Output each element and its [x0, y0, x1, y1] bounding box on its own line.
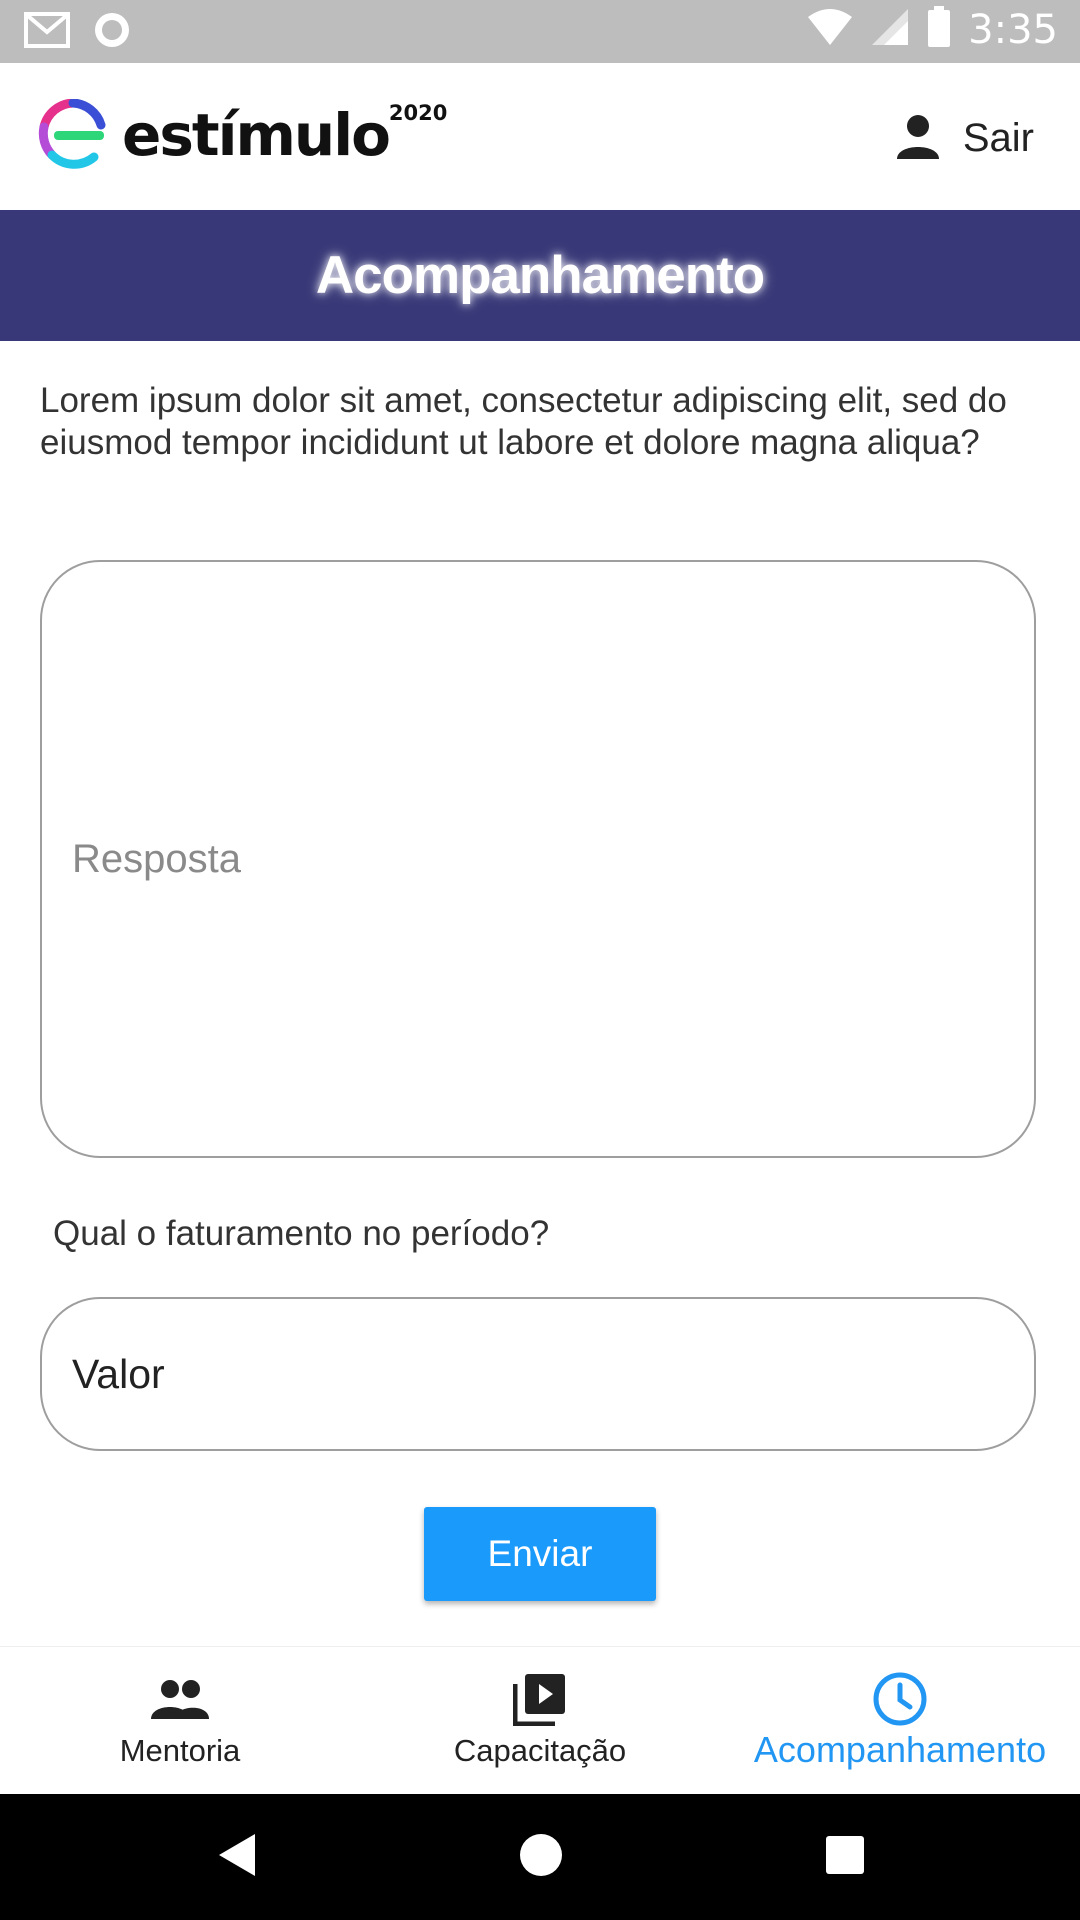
revenue-question-label: Qual o faturamento no período? [53, 1214, 550, 1253]
gmail-icon [24, 10, 70, 55]
app-logo: estímulo 2020 [38, 98, 448, 174]
video-library-icon [513, 1671, 567, 1727]
page-header: Acompanhamento [0, 210, 1080, 341]
page-title: Acompanhamento [315, 246, 765, 305]
value-input[interactable]: Valor [40, 1297, 1036, 1451]
people-icon [149, 1671, 211, 1727]
status-time: 3:35 [968, 6, 1058, 53]
nav-label-mentoria: Mentoria [119, 1733, 241, 1768]
circle-notification-icon [92, 10, 132, 55]
wifi-icon [806, 7, 854, 52]
nav-item-mentoria[interactable]: Mentoria [0, 1647, 360, 1795]
value-placeholder: Valor [72, 1350, 165, 1397]
logo-icon [38, 98, 108, 174]
answer-placeholder: Resposta [72, 836, 241, 881]
signal-icon [870, 7, 910, 52]
home-icon[interactable] [518, 1830, 564, 1885]
system-navigation-bar [0, 1794, 1080, 1920]
logo-year: 2020 [388, 101, 448, 125]
answer-textarea[interactable]: Resposta [40, 560, 1036, 1158]
nav-item-acompanhamento[interactable]: Acompanhamento [720, 1647, 1080, 1795]
logout-button[interactable]: Sair [895, 113, 1034, 164]
logout-label: Sair [962, 116, 1034, 160]
back-icon[interactable] [215, 1830, 259, 1885]
battery-icon [926, 6, 952, 53]
bottom-navigation: Mentoria Capacitação Acompanhamento [0, 1646, 1080, 1795]
nav-item-capacitacao[interactable]: Capacitação [360, 1647, 720, 1795]
app-bar: estímulo 2020 Sair [0, 63, 1080, 210]
clock-icon [872, 1671, 928, 1727]
logo-text: estímulo [122, 101, 391, 169]
person-icon [895, 113, 941, 164]
question-text: Lorem ipsum dolor sit amet, consectetur … [40, 381, 1007, 462]
nav-label-capacitacao: Capacitação [453, 1733, 627, 1768]
status-bar: 3:35 [0, 0, 1080, 63]
nav-label-acompanhamento: Acompanhamento [753, 1729, 1047, 1770]
recents-icon[interactable] [824, 1830, 866, 1885]
send-button[interactable]: Enviar [424, 1507, 656, 1601]
